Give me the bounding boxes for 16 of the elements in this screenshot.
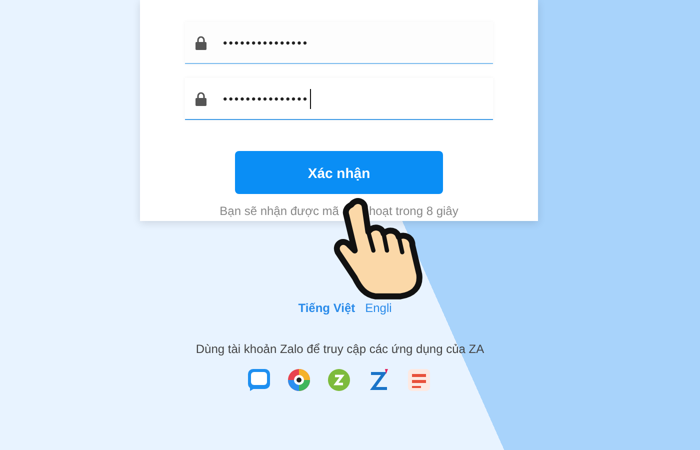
z-circle-app-icon[interactable] <box>327 368 351 392</box>
confirm-button[interactable]: Xác nhận <box>235 151 443 194</box>
news-app-icon[interactable] <box>407 368 431 392</box>
lock-icon <box>195 36 207 50</box>
activation-note: hoạt trong 8 giây <box>368 204 458 218</box>
activation-note: Bạn sẽ nhận được mã <box>220 204 339 218</box>
password-field[interactable]: ••••••••••••••• <box>185 78 493 120</box>
text-caret <box>310 88 311 108</box>
camera-app-icon[interactable] <box>287 368 311 392</box>
lock-icon <box>195 92 207 106</box>
password-field[interactable]: ••••••••••••••• <box>185 22 493 64</box>
apps-caption: Dùng tài khoản Zalo để truy cập các ứng dụng của ZA <box>196 342 484 356</box>
language-link[interactable]: Engli <box>365 301 392 315</box>
z-letter-app-icon[interactable] <box>367 368 391 392</box>
chat-app-icon[interactable] <box>247 368 271 392</box>
language-link[interactable]: Tiếng Việt <box>298 301 356 315</box>
